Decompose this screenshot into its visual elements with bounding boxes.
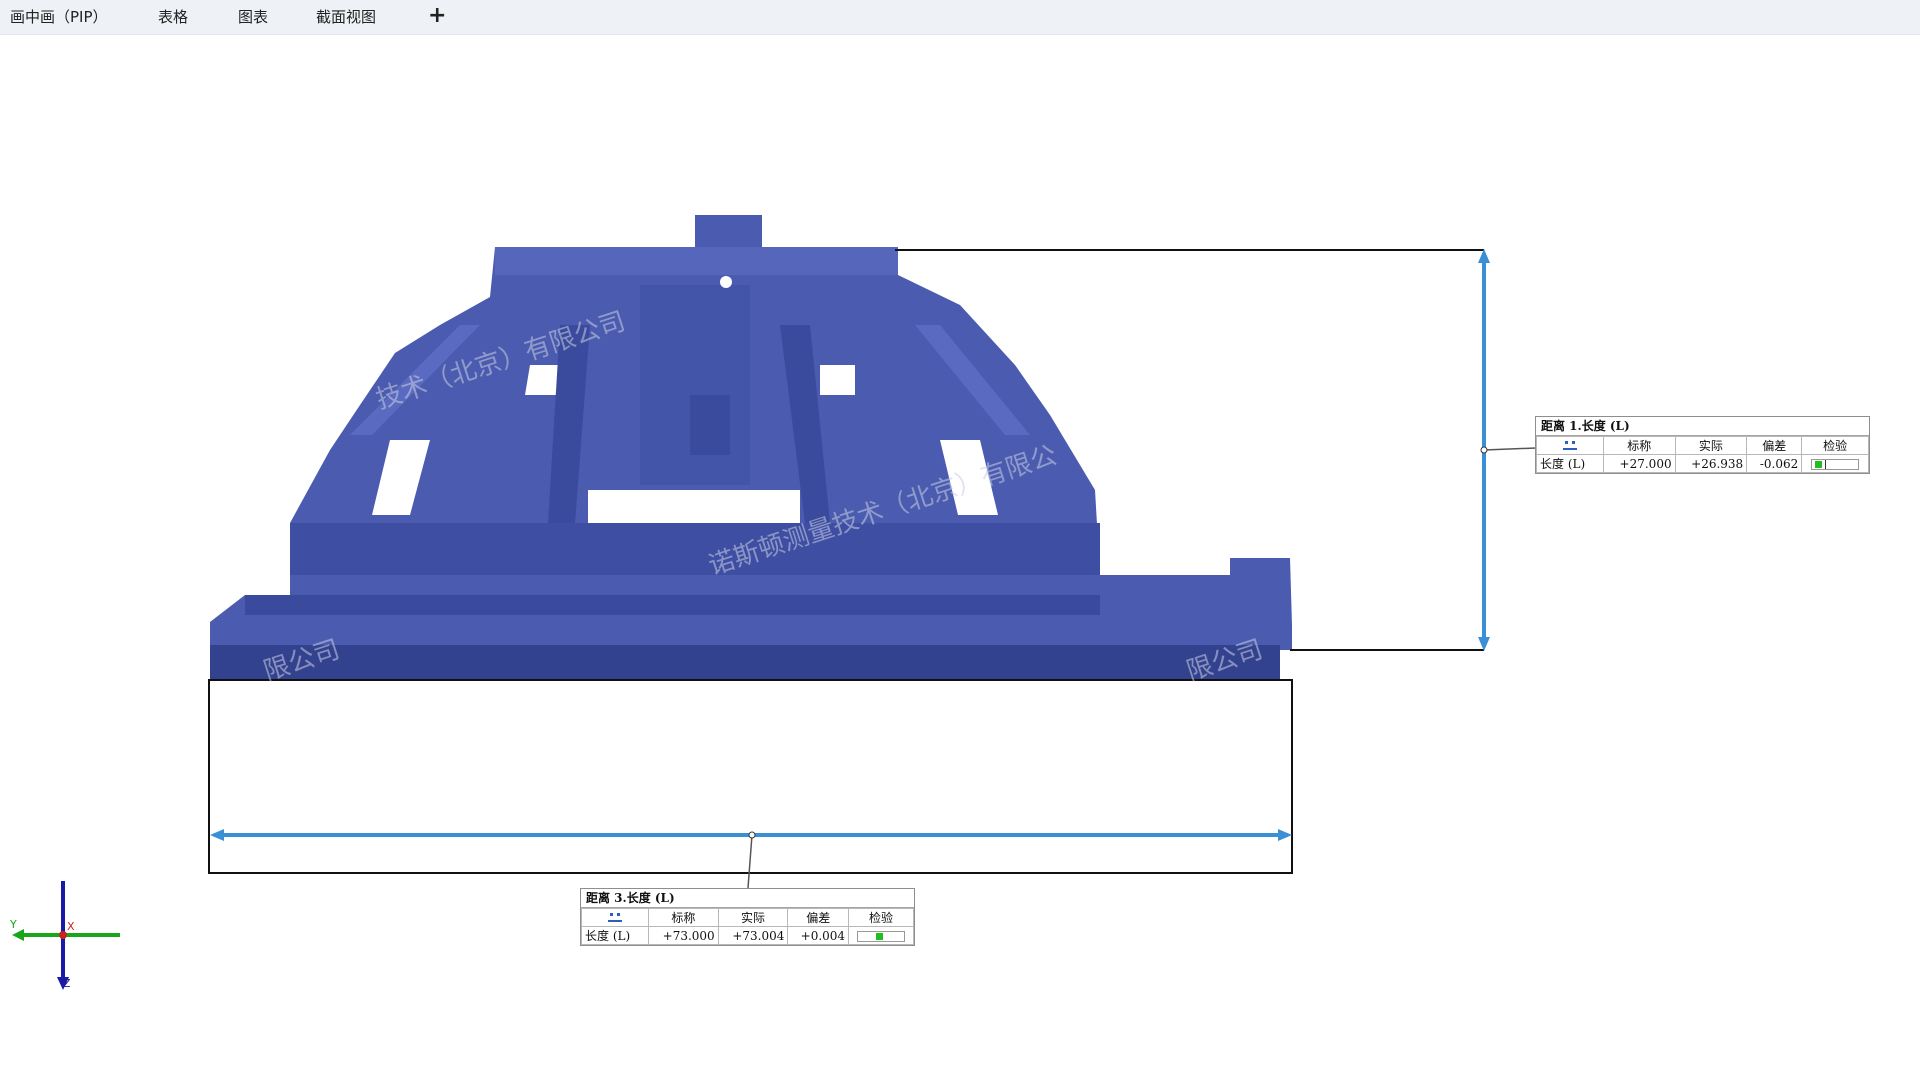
header-deviation: 偏差 (787, 908, 850, 927)
actual-value: +26.938 (1674, 454, 1748, 473)
tolerance-gauge-icon (857, 930, 906, 942)
dimension-3-frame (208, 679, 1293, 889)
dimension-3-label[interactable]: 距离 3.长度 (L) 标称 实际 偏差 检验 长度 (L) +73.000 +… (580, 888, 915, 946)
header-actual: 实际 (1674, 436, 1748, 455)
axis-label-x: X (67, 920, 75, 933)
tab-section-view[interactable]: 截面视图 (316, 0, 376, 34)
structure-icon (581, 908, 649, 927)
dimension-3-table: 标称 实际 偏差 检验 长度 (L) +73.000 +73.004 +0.00… (581, 908, 914, 945)
scanned-part-model (210, 215, 1292, 680)
deviation-value: +0.004 (787, 926, 850, 945)
axis-label-z: Z (63, 977, 71, 990)
tab-chart[interactable]: 图表 (238, 0, 268, 34)
axis-triad (12, 881, 120, 990)
dimension-1-title: 距离 1.长度 (L) (1536, 417, 1869, 436)
header-check: 检验 (1801, 436, 1869, 455)
axis-label-y: Y (10, 918, 17, 931)
header-nominal: 标称 (1603, 436, 1676, 455)
tab-bar: 画中画（PIP） 表格 图表 截面视图 + (0, 0, 1920, 35)
row-label: 长度 (L) (1536, 454, 1604, 473)
header-deviation: 偏差 (1746, 436, 1803, 455)
tolerance-gauge-icon (1811, 458, 1860, 470)
dimension-3-title: 距离 3.长度 (L) (581, 889, 914, 908)
dimension-1-label[interactable]: 距离 1.长度 (L) 标称 实际 偏差 检验 长度 (L) +27.000 +… (1535, 416, 1870, 474)
actual-value: +73.004 (717, 926, 789, 945)
header-nominal: 标称 (648, 908, 719, 927)
row-label: 长度 (L) (581, 926, 649, 945)
header-actual: 实际 (717, 908, 789, 927)
part-scene (12, 215, 1537, 990)
deviation-value: -0.062 (1746, 454, 1803, 473)
dimension-1-table: 标称 实际 偏差 检验 长度 (L) +27.000 +26.938 -0.06… (1536, 436, 1869, 473)
structure-icon (1536, 436, 1604, 455)
nominal-value: +73.000 (648, 926, 719, 945)
tab-table[interactable]: 表格 (158, 0, 188, 34)
check-status (848, 926, 914, 945)
check-status (1801, 454, 1869, 473)
tab-pip[interactable]: 画中画（PIP） (10, 0, 108, 34)
nominal-value: +27.000 (1603, 454, 1676, 473)
add-tab-button[interactable]: + (428, 0, 446, 34)
header-check: 检验 (848, 908, 914, 927)
